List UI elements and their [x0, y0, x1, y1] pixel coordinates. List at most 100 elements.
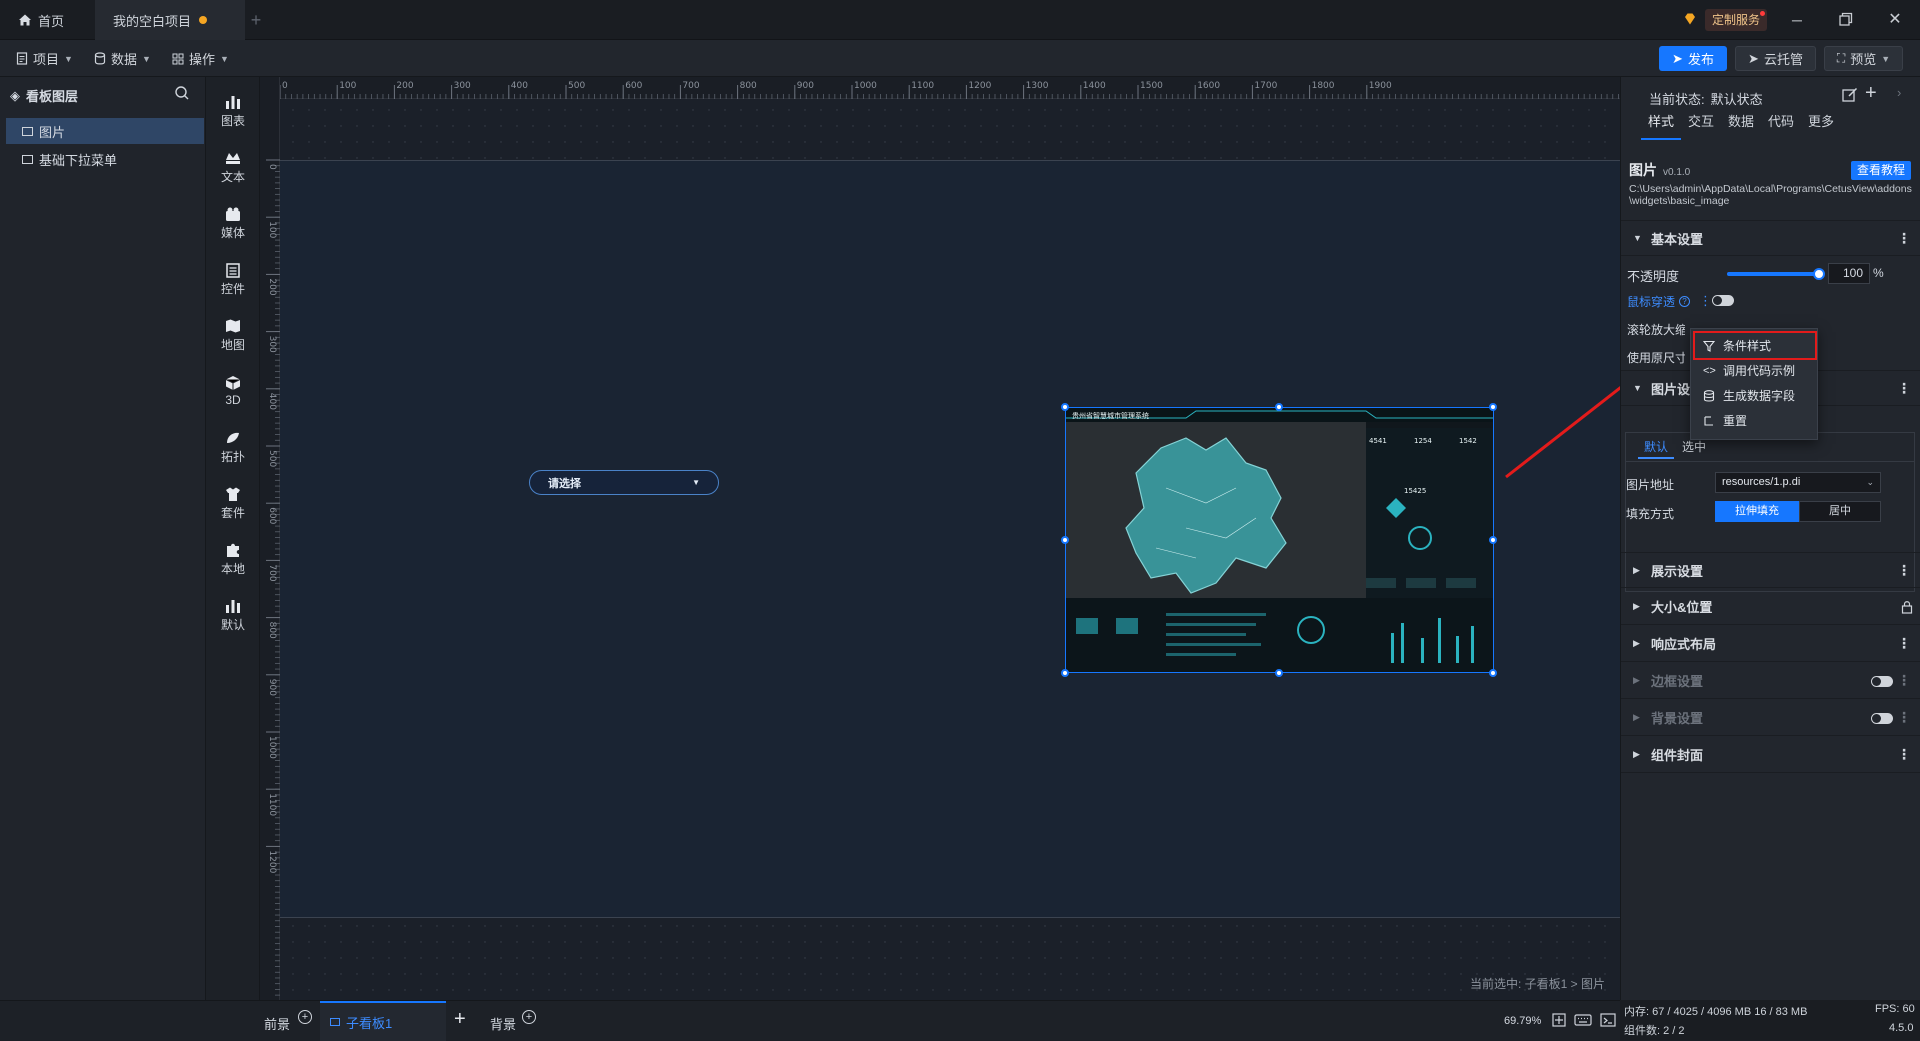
add-background-icon[interactable]: +	[522, 1010, 536, 1024]
terminal-icon[interactable]	[1600, 1012, 1616, 1028]
help-icon[interactable]: ?	[1679, 296, 1691, 307]
resize-handle-sw[interactable]	[1061, 669, 1069, 677]
monitor-icon	[330, 1018, 340, 1026]
lib-item-default[interactable]: 默认	[206, 587, 260, 643]
tab-home[interactable]: 首页	[0, 0, 95, 40]
lib-item-3d[interactable]: 3D	[206, 363, 260, 419]
menu-item-reset[interactable]: 重置	[1691, 408, 1819, 433]
resize-handle-e[interactable]	[1489, 536, 1497, 544]
lib-item-text[interactable]: 文本	[206, 139, 260, 195]
foreground-tab[interactable]: 前景	[264, 1014, 290, 1033]
chart-icon	[226, 95, 240, 109]
more-vertical-icon[interactable]: ⋮	[1699, 293, 1712, 309]
fill-stretch-button[interactable]: 拉伸填充	[1715, 501, 1799, 522]
zoom-level[interactable]: 69.79%	[1504, 1015, 1541, 1027]
more-vertical-icon[interactable]: ⋮	[1897, 709, 1911, 726]
menu-item-code-example[interactable]: <> 调用代码示例	[1691, 358, 1819, 383]
context-menu: 条件样式 <> 调用代码示例 生成数据字段 重置	[1690, 328, 1818, 440]
restore-icon[interactable]	[1833, 10, 1857, 30]
resize-handle-w[interactable]	[1061, 536, 1069, 544]
ruler-tick-label: 600	[267, 507, 277, 524]
caret-right-icon: ▶	[1633, 749, 1640, 759]
background-toggle[interactable]	[1871, 713, 1893, 724]
new-tab-icon[interactable]: +	[246, 10, 266, 30]
border-toggle[interactable]	[1871, 676, 1893, 687]
lib-item-media[interactable]: 媒体	[206, 195, 260, 251]
menu-operation[interactable]: 操作 ▼	[162, 46, 239, 71]
lib-item-suite[interactable]: 套件	[206, 475, 260, 531]
more-vertical-icon[interactable]: ⋮	[1897, 562, 1911, 579]
lock-icon[interactable]	[1901, 600, 1913, 614]
tab-style[interactable]: 样式	[1641, 104, 1681, 140]
menu-data[interactable]: 数据 ▼	[84, 46, 161, 71]
lib-item-label: 地图	[220, 337, 245, 352]
fullscreen-icon: ⛶	[1836, 51, 1846, 65]
image-url-select[interactable]: resources/1.p.di ⌄	[1715, 472, 1881, 493]
tab-project[interactable]: 我的空白项目	[95, 0, 245, 40]
ruler-tick-label: 1500	[1140, 81, 1163, 91]
minimize-icon[interactable]: ─	[1785, 10, 1809, 30]
add-foreground-icon[interactable]: +	[298, 1010, 312, 1024]
tutorial-button[interactable]: 查看教程	[1851, 161, 1911, 180]
preview-button[interactable]: ⛶ 预览 ▼	[1824, 46, 1903, 71]
close-icon[interactable]: ✕	[1883, 10, 1907, 30]
section-size-position[interactable]: ▶ 大小&位置	[1621, 589, 1920, 625]
board-tab-active[interactable]: 子看板1	[320, 1001, 446, 1041]
canvas-dropdown-widget[interactable]: 请选择 ▼	[529, 470, 719, 495]
section-widget-cover[interactable]: ▶ 组件封面 ⋮	[1621, 737, 1920, 773]
section-responsive-layout[interactable]: ▶ 响应式布局 ⋮	[1621, 626, 1920, 662]
section-basic-settings[interactable]: ▼ 基本设置 ⋮	[1621, 220, 1920, 256]
property-tabs: 样式 交互 数据 代码 更多	[1641, 104, 1841, 140]
opacity-slider[interactable]	[1727, 268, 1825, 280]
resize-handle-ne[interactable]	[1489, 403, 1497, 411]
more-vertical-icon[interactable]: ⋮	[1897, 672, 1911, 689]
menu-item-generate-field[interactable]: 生成数据字段	[1691, 383, 1819, 408]
mouse-through-toggle[interactable]	[1712, 295, 1734, 306]
edit-icon[interactable]	[1841, 86, 1859, 104]
search-icon[interactable]	[174, 85, 190, 101]
lib-item-topology[interactable]: 拓扑	[206, 419, 260, 475]
add-board-icon[interactable]: +	[454, 1008, 466, 1031]
resize-handle-nw[interactable]	[1061, 403, 1069, 411]
tab-more[interactable]: 更多	[1801, 104, 1841, 140]
ruler-tick-label: 300	[267, 336, 277, 353]
more-vertical-icon[interactable]: ⋮	[1897, 746, 1911, 763]
subtab-selected[interactable]: 选中	[1676, 437, 1712, 459]
preview-banner-text: 贵州省智慧城市管理系统	[1072, 411, 1149, 420]
section-background-settings[interactable]: ▶ 背景设置 ⋮	[1621, 700, 1920, 736]
keyboard-icon[interactable]	[1574, 1012, 1592, 1028]
custom-service-button[interactable]: 定制服务	[1705, 9, 1767, 31]
add-state-icon[interactable]: +	[1865, 83, 1883, 103]
background-tab[interactable]: 背景	[490, 1014, 516, 1033]
resize-handle-s[interactable]	[1275, 669, 1283, 677]
toggle-knob	[1713, 296, 1722, 305]
menu-project[interactable]: 项目 ▼	[6, 46, 83, 71]
more-vertical-icon[interactable]: ⋮	[1897, 635, 1911, 652]
fill-center-button[interactable]: 居中	[1799, 501, 1881, 522]
tab-interaction[interactable]: 交互	[1681, 104, 1721, 140]
opacity-input[interactable]: 100	[1828, 263, 1870, 284]
canvas-image-widget[interactable]: 贵州省智慧城市管理系统 4541 1254 1542 15425	[1065, 407, 1494, 673]
resize-handle-n[interactable]	[1275, 403, 1283, 411]
more-vertical-icon[interactable]: ⋮	[1897, 230, 1911, 247]
lib-item-map[interactable]: 地图	[206, 307, 260, 363]
cloud-hosting-button[interactable]: ➤ 云托管	[1735, 46, 1816, 71]
more-vertical-icon[interactable]: ⋮	[1897, 380, 1911, 397]
lib-item-chart[interactable]: 图表	[206, 83, 260, 139]
subtab-default[interactable]: 默认	[1638, 437, 1674, 459]
layer-item-dropdown[interactable]: 基础下拉菜单	[6, 146, 204, 172]
publish-button[interactable]: ➤ 发布	[1659, 46, 1727, 71]
lib-item-local[interactable]: 本地	[206, 531, 260, 587]
section-border-settings[interactable]: ▶ 边框设置 ⋮	[1621, 663, 1920, 699]
lib-item-control[interactable]: 控件	[206, 251, 260, 307]
fit-screen-icon[interactable]	[1551, 1012, 1567, 1028]
tab-data[interactable]: 数据	[1721, 104, 1761, 140]
opacity-slider-thumb[interactable]	[1813, 268, 1825, 280]
chevron-right-icon[interactable]: ›	[1897, 85, 1909, 103]
section-display-settings[interactable]: ▶ 展示设置 ⋮	[1621, 552, 1920, 588]
resize-handle-se[interactable]	[1489, 669, 1497, 677]
layer-item-image[interactable]: 图片	[6, 118, 204, 144]
media-icon	[226, 207, 240, 221]
section-responsive-label: 响应式布局	[1651, 637, 1717, 652]
tab-code[interactable]: 代码	[1761, 104, 1801, 140]
